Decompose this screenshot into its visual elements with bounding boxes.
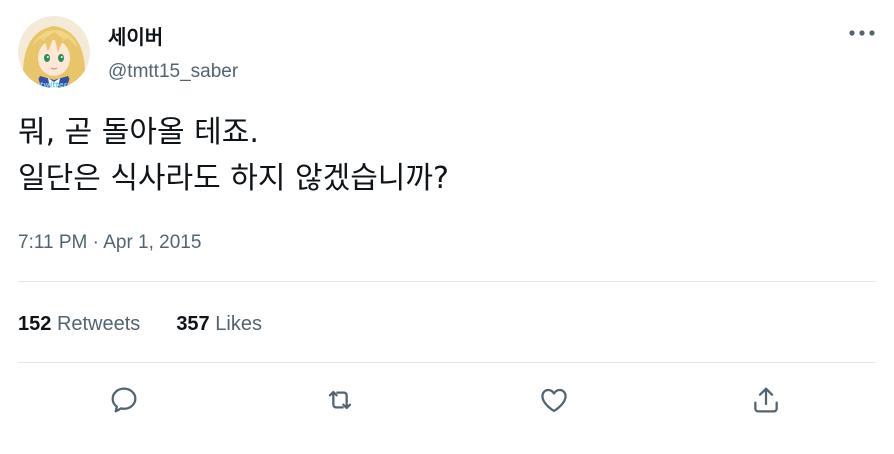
likes-label: Likes: [215, 313, 262, 335]
share-icon: [754, 387, 778, 413]
more-options-button[interactable]: [846, 22, 878, 44]
tweet-date: Apr 1, 2015: [103, 232, 202, 253]
reply-icon: [111, 387, 137, 413]
retweets-count: 152: [18, 313, 52, 335]
retweets-stat[interactable]: 152 Retweets: [18, 310, 140, 338]
tweet-stats: 152 Retweets 357 Likes: [18, 310, 262, 338]
avatar[interactable]: twitter: [18, 16, 90, 88]
share-button[interactable]: [746, 380, 786, 420]
heart-icon: [541, 388, 567, 413]
divider: [18, 362, 876, 363]
likes-stat[interactable]: 357 Likes: [176, 310, 262, 338]
author-display-name[interactable]: 세이버: [108, 24, 163, 50]
tweet-text-line: 뭐, 곧 돌아올 테죠.: [18, 115, 259, 150]
author-handle[interactable]: @tmtt15_saber: [108, 60, 238, 84]
meta-separator: ·: [92, 232, 99, 253]
tweet-timestamp[interactable]: 7:11 PM · Apr 1, 2015: [18, 230, 201, 256]
tweet-text: 뭐, 곧 돌아올 테죠. 일단은 식사라도 하지 않겠습니까?: [18, 110, 878, 202]
more-horizontal-icon: [849, 30, 875, 36]
divider: [18, 281, 876, 282]
like-button[interactable]: [534, 380, 574, 420]
tweet-actions: [0, 380, 894, 420]
retweets-label: Retweets: [56, 313, 141, 335]
retweet-button[interactable]: [320, 380, 360, 420]
reply-button[interactable]: [104, 380, 144, 420]
likes-count: 357: [176, 313, 210, 335]
avatar-image: twitter: [18, 16, 90, 88]
avatar-watermark: twitter: [40, 81, 68, 88]
tweet-text-line: 일단은 식사라도 하지 않겠습니까?: [18, 161, 449, 196]
retweet-icon: [328, 390, 352, 410]
tweet-time: 7:11 PM: [18, 232, 88, 253]
